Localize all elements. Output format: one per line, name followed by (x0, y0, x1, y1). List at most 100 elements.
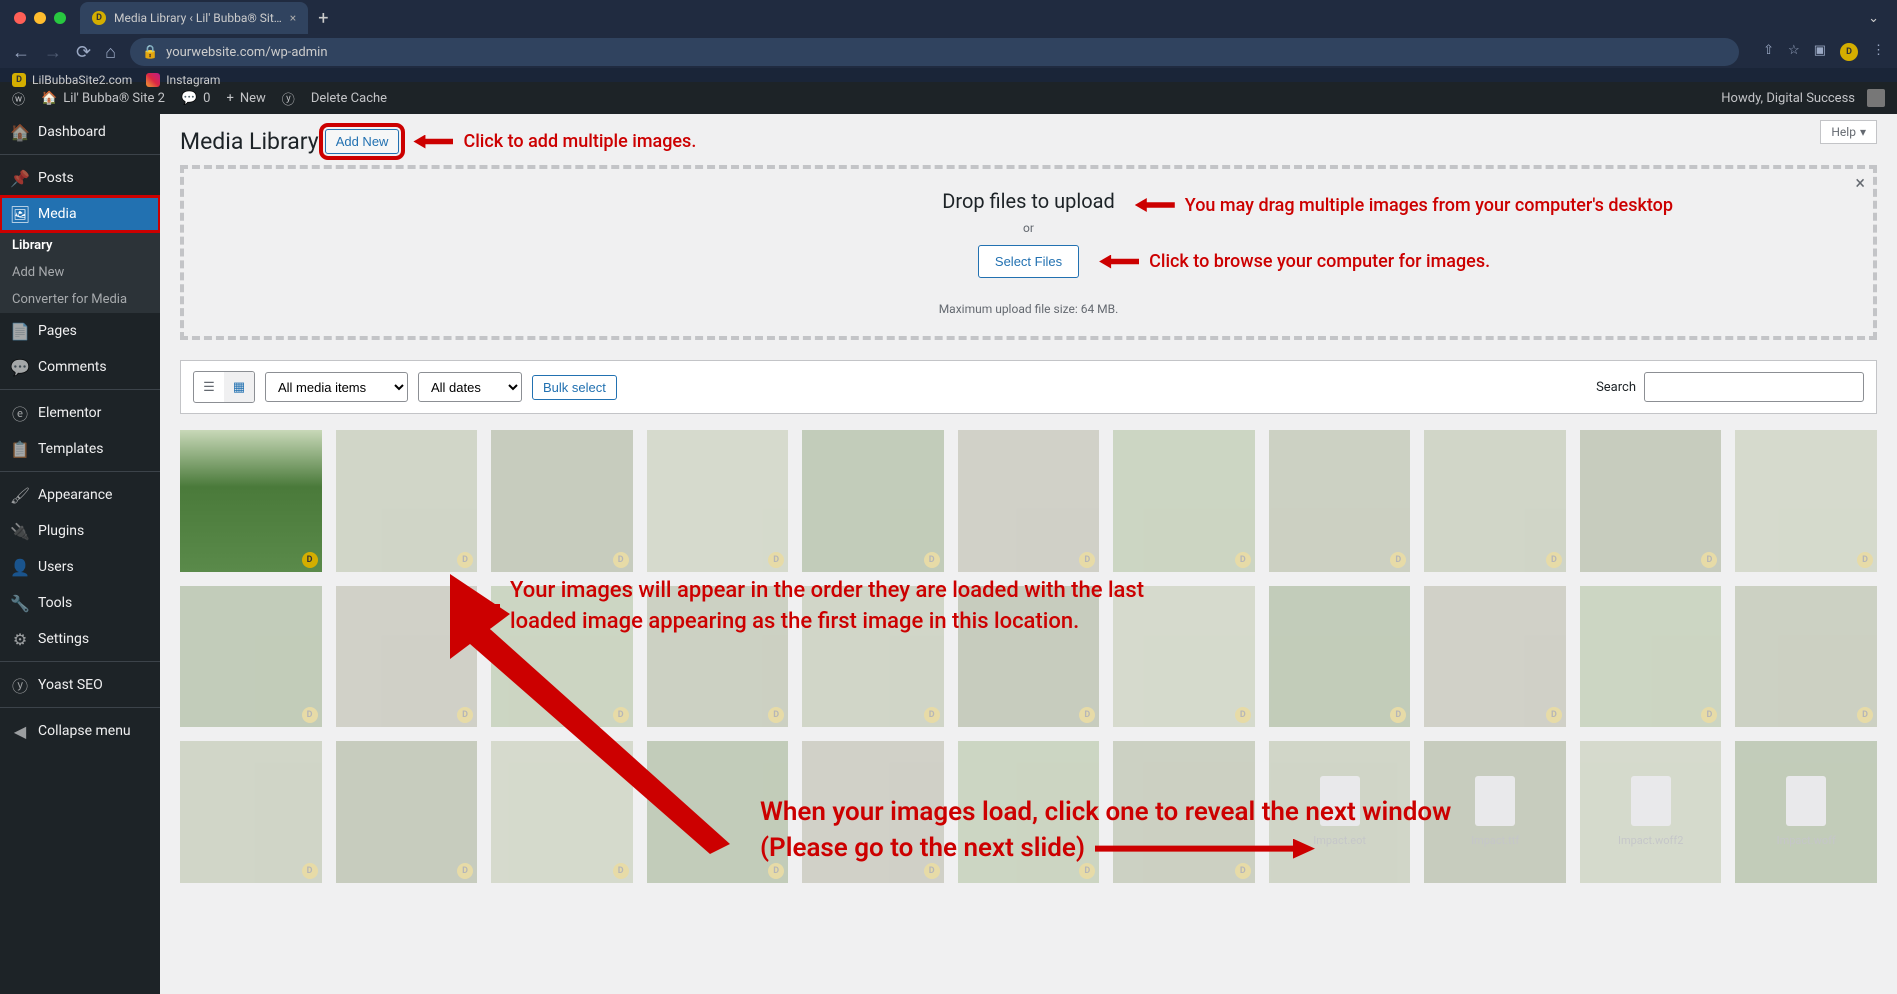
media-thumb[interactable]: D (1113, 430, 1255, 572)
browser-tab[interactable]: D Media Library ‹ Lil' Bubba® Sit… × (80, 2, 308, 34)
date-filter[interactable]: All dates (418, 372, 522, 402)
window-minimize[interactable] (34, 12, 46, 24)
sidebar-item-users[interactable]: 👤Users (0, 549, 160, 585)
media-thumb[interactable]: D (647, 741, 789, 883)
sidebar-item-posts[interactable]: 📌Posts (0, 160, 160, 196)
media-thumb[interactable]: D (491, 430, 633, 572)
sidebar-item-elementor[interactable]: ⓔElementor (0, 395, 160, 431)
grid-view-button[interactable]: ▦ (224, 372, 254, 402)
media-thumb[interactable]: Impact.eot (1269, 741, 1411, 883)
media-thumb[interactable]: D (1424, 430, 1566, 572)
wp-logo[interactable]: ⓦ (4, 82, 33, 114)
profile-icon[interactable]: D (1840, 43, 1858, 61)
close-icon[interactable]: × (290, 11, 296, 25)
sidebar-item-plugins[interactable]: 🔌Plugins (0, 513, 160, 549)
media-thumb[interactable]: D (1735, 430, 1877, 572)
sidebar-item-tools[interactable]: 🔧Tools (0, 585, 160, 621)
sidebar-item-dashboard[interactable]: 🏠Dashboard (0, 114, 160, 150)
media-thumb[interactable]: D (958, 430, 1100, 572)
media-thumb[interactable]: D (647, 586, 789, 728)
bulk-select-button[interactable]: Bulk select (532, 375, 617, 400)
media-thumb[interactable]: D (1424, 586, 1566, 728)
submenu-add-new[interactable]: Add New (0, 259, 160, 286)
traffic-lights (14, 12, 66, 24)
media-thumb[interactable]: D (336, 430, 478, 572)
plus-icon: + (226, 91, 233, 106)
media-thumb[interactable]: D (802, 430, 944, 572)
thumb-badge-icon: D (1546, 552, 1562, 568)
thumb-badge-icon: D (1857, 707, 1873, 723)
window-close[interactable] (14, 12, 26, 24)
submenu-converter[interactable]: Converter for Media (0, 286, 160, 313)
media-thumb[interactable]: D (1580, 430, 1722, 572)
menu-icon[interactable]: ⋮ (1872, 43, 1885, 61)
media-thumb[interactable]: D (958, 741, 1100, 883)
back-button[interactable]: ← (12, 42, 30, 63)
sidebar-item-pages[interactable]: 📄Pages (0, 313, 160, 349)
share-icon[interactable]: ⇧ (1763, 43, 1774, 61)
sidepanel-icon[interactable]: ▣ (1814, 43, 1826, 61)
media-thumb[interactable]: Impact.woff2 (1580, 741, 1722, 883)
upload-dropzone[interactable]: × Drop files to upload You may drag mult… (180, 165, 1877, 340)
thumb-badge-icon: D (1857, 552, 1873, 568)
reload-button[interactable]: ⟳ (76, 42, 91, 63)
new-tab-button[interactable]: + (318, 8, 328, 29)
thumb-badge-icon: D (924, 863, 940, 879)
site-name-link[interactable]: 🏠 Lil' Bubba® Site 2 (33, 82, 173, 114)
comments-link[interactable]: 💬 0 (173, 82, 219, 114)
thumb-badge-icon: D (1390, 707, 1406, 723)
media-thumb[interactable]: D (802, 586, 944, 728)
media-thumb[interactable]: D (180, 430, 322, 572)
filter-bar: ☰ ▦ All media items All dates Bulk selec… (180, 360, 1877, 414)
media-thumb[interactable]: D (1735, 586, 1877, 728)
tab-title: Media Library ‹ Lil' Bubba® Sit… (114, 11, 282, 25)
dropzone-or: or (204, 221, 1853, 235)
media-thumb[interactable]: D (958, 586, 1100, 728)
media-thumb[interactable]: Impact.woff (1735, 741, 1877, 883)
media-thumb[interactable]: D (802, 741, 944, 883)
media-thumb[interactable]: D (1580, 586, 1722, 728)
media-thumb[interactable]: D (491, 741, 633, 883)
sidebar-item-label: Settings (38, 631, 89, 647)
list-view-button[interactable]: ☰ (194, 372, 224, 402)
thumb-badge-icon: D (457, 863, 473, 879)
file-icon (1320, 776, 1360, 826)
media-thumb[interactable]: Impact.ttf (1424, 741, 1566, 883)
appearance-icon: 🖌 (10, 485, 30, 505)
sidebar-item-appearance[interactable]: 🖌Appearance (0, 477, 160, 513)
submenu-library[interactable]: Library (0, 232, 160, 259)
media-thumb[interactable]: D (1113, 586, 1255, 728)
delete-cache-link[interactable]: Delete Cache (303, 82, 395, 114)
sidebar-item-settings[interactable]: ⚙Settings (0, 621, 160, 657)
howdy-link[interactable]: Howdy, Digital Success (1713, 82, 1893, 114)
sidebar-item-media[interactable]: 🖼Media (0, 196, 160, 232)
sidebar-item-yoast[interactable]: ⓨYoast SEO (0, 667, 160, 703)
select-files-button[interactable]: Select Files (978, 245, 1079, 278)
max-upload-text: Maximum upload file size: 64 MB. (204, 302, 1853, 316)
search-input[interactable] (1644, 372, 1864, 402)
media-thumb[interactable]: D (647, 430, 789, 572)
media-thumb[interactable]: D (180, 586, 322, 728)
sidebar-collapse[interactable]: ◀Collapse menu (0, 713, 160, 749)
star-icon[interactable]: ☆ (1788, 43, 1800, 61)
media-thumb[interactable]: D (336, 741, 478, 883)
media-thumb[interactable]: D (1113, 741, 1255, 883)
yoast-adminbar[interactable]: ⓨ (274, 82, 303, 114)
home-button[interactable]: ⌂ (105, 42, 116, 63)
add-new-button[interactable]: Add New (325, 129, 400, 154)
help-tab[interactable]: Help ▾ (1820, 120, 1877, 144)
forward-button[interactable]: → (44, 42, 62, 63)
media-thumb[interactable]: D (491, 586, 633, 728)
media-thumb[interactable]: D (336, 586, 478, 728)
chevron-down-icon[interactable]: ⌄ (1868, 11, 1879, 26)
new-link[interactable]: + New (218, 82, 273, 114)
sidebar-item-templates[interactable]: 📋Templates (0, 431, 160, 467)
sidebar-item-comments[interactable]: 💬Comments (0, 349, 160, 385)
media-thumb[interactable]: D (1269, 430, 1411, 572)
close-icon[interactable]: × (1855, 173, 1865, 194)
media-thumb[interactable]: D (180, 741, 322, 883)
media-type-filter[interactable]: All media items (265, 372, 408, 402)
media-thumb[interactable]: D (1269, 586, 1411, 728)
window-maximize[interactable] (54, 12, 66, 24)
url-field[interactable]: 🔒 yourwebsite.com/wp-admin (130, 38, 1739, 66)
